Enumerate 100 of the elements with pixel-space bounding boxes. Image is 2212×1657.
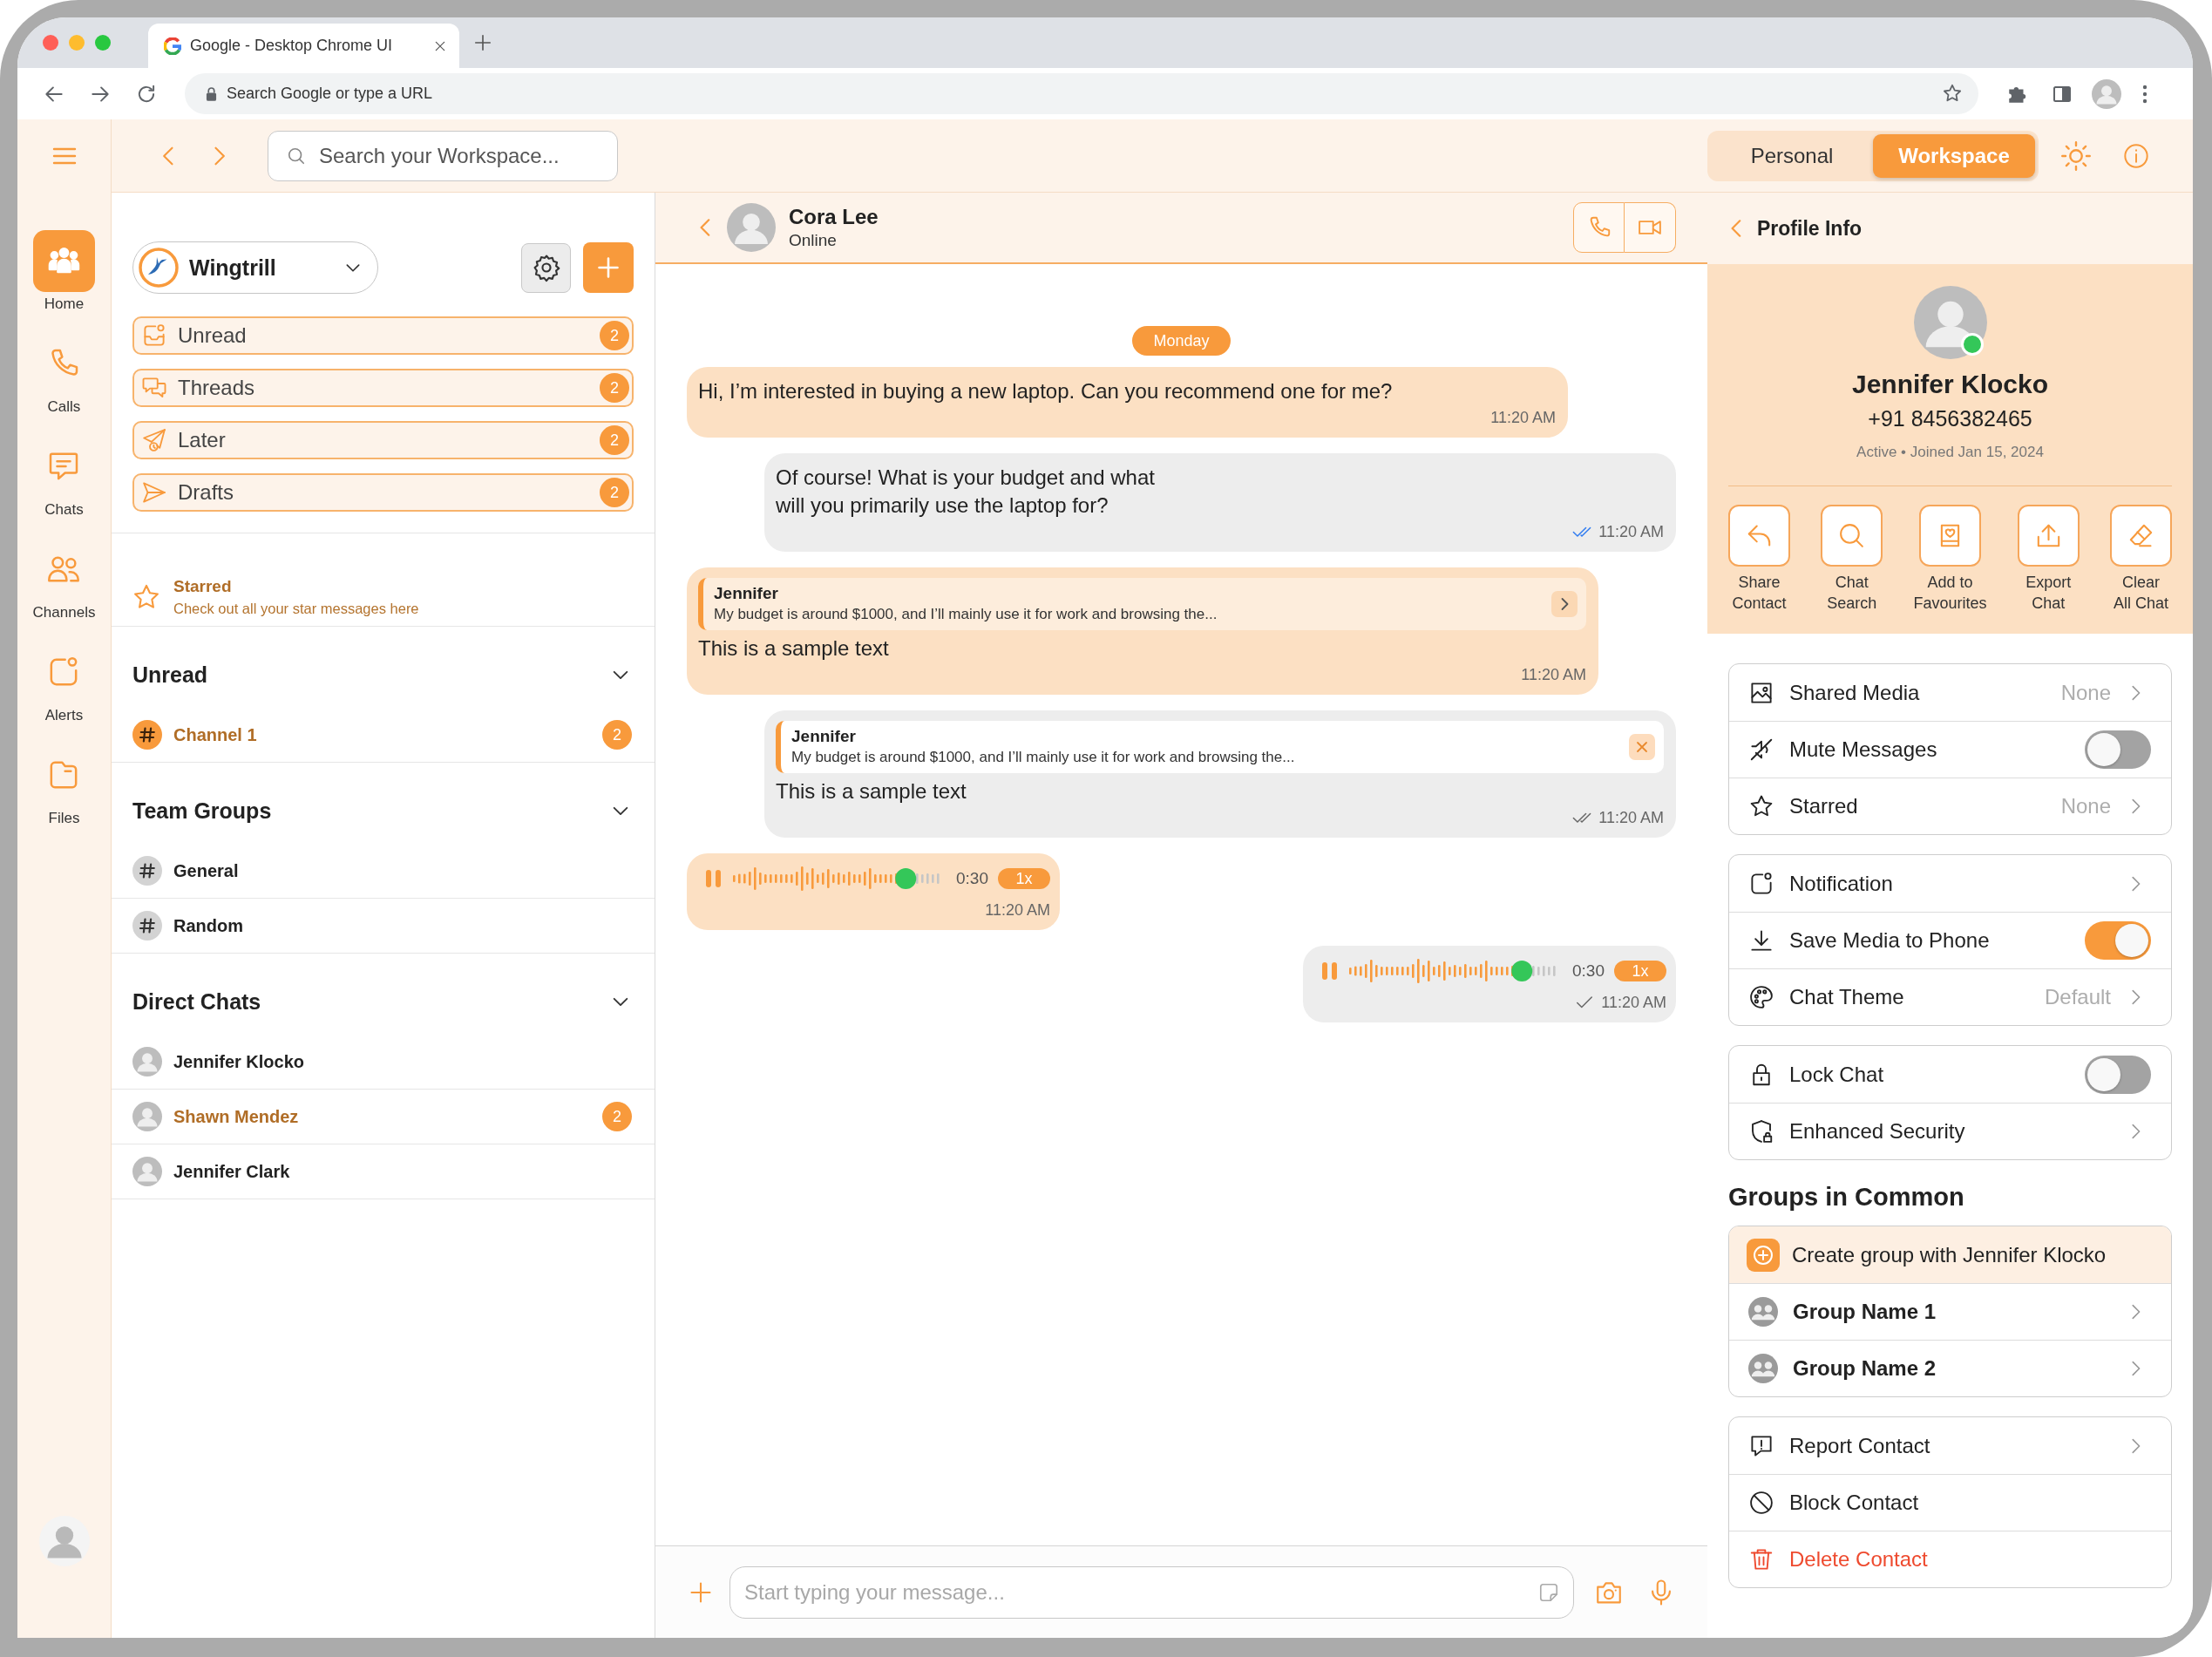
mute-icon — [1748, 737, 1774, 763]
create-group-button[interactable]: Create group with Jennifer Klocko — [1729, 1226, 2171, 1283]
nav-item[interactable]: Channels — [32, 539, 96, 621]
more-menu-icon[interactable] — [2142, 83, 2148, 105]
nav-item[interactable]: Home — [33, 230, 95, 313]
count-badge: 2 — [600, 321, 629, 350]
folder-item[interactable]: Threads 2 — [132, 369, 634, 407]
window-minimize-icon[interactable] — [69, 35, 85, 51]
message-input[interactable]: Start typing your message... — [729, 1565, 1574, 1619]
channel-item[interactable]: General — [112, 844, 655, 899]
nav-item[interactable]: Alerts — [44, 642, 84, 724]
group-row[interactable]: Group Name 2 — [1729, 1340, 2171, 1396]
profile-name: Jennifer Klocko — [1851, 369, 2049, 400]
profile-action-button[interactable]: Export Chat — [2017, 505, 2080, 614]
playhead-thumb[interactable] — [1511, 961, 1533, 981]
message-time: 11:20 AM — [1598, 522, 1664, 541]
bookmark-star-icon[interactable] — [1942, 83, 1963, 104]
playhead-thumb[interactable] — [895, 868, 917, 889]
chevron-right-icon[interactable] — [1551, 591, 1578, 617]
group-avatar-icon — [1748, 1354, 1778, 1383]
settings-row[interactable]: Enhanced Security — [1729, 1103, 2171, 1159]
mode-tab[interactable]: Personal — [1711, 133, 1873, 178]
count-badge: 2 — [600, 478, 629, 507]
date-separator: Monday — [1132, 326, 1231, 356]
message-time: 11:20 AM — [1521, 665, 1586, 684]
setting-value: None — [2060, 680, 2111, 705]
toggle-switch[interactable] — [2085, 921, 2151, 960]
window-close-icon[interactable] — [43, 35, 58, 51]
message-time: 11:20 AM — [1601, 993, 1666, 1012]
quote-author: Jennifer — [714, 583, 779, 604]
info-icon[interactable] — [2122, 141, 2150, 170]
folder-item[interactable]: Drafts 2 — [132, 473, 634, 512]
count-badge: 2 — [602, 720, 632, 750]
profile-action-button[interactable]: Share Contact — [1728, 505, 1790, 614]
window-maximize-icon[interactable] — [95, 35, 111, 51]
group-avatar-icon — [1748, 1297, 1778, 1327]
nav-item[interactable]: Files — [46, 744, 82, 827]
add-button[interactable] — [583, 242, 634, 293]
toggle-switch[interactable] — [2085, 730, 2151, 769]
setting-label: Mute Messages — [1789, 737, 1938, 762]
plus-icon — [596, 255, 621, 280]
settings-row[interactable]: Chat Theme Default — [1729, 968, 2171, 1025]
count-badge: 2 — [600, 425, 629, 455]
profile-avatar-icon — [1913, 286, 1987, 359]
new-tab-icon[interactable] — [473, 33, 492, 52]
section-title: Groups in Common — [1728, 1182, 1965, 1212]
person-avatar-icon — [132, 1102, 162, 1131]
settings-row[interactable]: Report Contact — [1729, 1417, 2171, 1474]
pause-icon[interactable] — [1322, 962, 1337, 980]
settings-row[interactable]: Block Contact — [1729, 1474, 2171, 1531]
search-field[interactable]: Search your Workspace... — [268, 130, 618, 181]
contact-name: Cora Lee — [789, 204, 879, 230]
palette-icon — [1748, 984, 1774, 1010]
settings-row[interactable]: Delete Contact — [1729, 1531, 2171, 1587]
profile-action-button[interactable]: Clear All Chat — [2110, 505, 2172, 614]
hash-icon — [132, 856, 162, 886]
group-row[interactable]: Group Name 1 — [1729, 1283, 2171, 1340]
heart-book-icon — [1919, 505, 1981, 567]
video-call-button[interactable] — [1625, 202, 1676, 253]
profile-action-button[interactable]: Chat Search — [1821, 505, 1883, 614]
channel-item[interactable]: Channel 1 2 — [112, 708, 655, 763]
settings-row[interactable]: Shared Media None — [1729, 664, 2171, 721]
paper-plane-clock-icon — [141, 427, 167, 453]
section-header[interactable]: Team Groups — [112, 778, 655, 844]
user-avatar-icon[interactable] — [38, 1516, 90, 1566]
setting-label: Lock Chat — [1789, 1062, 1885, 1087]
folder-item[interactable]: Unread 2 — [132, 316, 634, 355]
voice-call-button[interactable] — [1573, 202, 1625, 253]
message-time: 11:20 AM — [1598, 808, 1664, 827]
message-text: Hi, I’m interested in buying a new laptop. Can you recommend one for me? — [698, 378, 1394, 404]
direct-chat-item[interactable]: Jennifer Klocko — [112, 1035, 655, 1090]
quote-text: My budget is around $1000, and I’ll mainly use it for work and browsing the... — [791, 748, 1296, 767]
contact-avatar-icon — [727, 203, 776, 252]
folder-item[interactable]: Later 2 — [132, 421, 634, 459]
channel-item[interactable]: Random — [112, 899, 655, 954]
favicon-icon — [164, 37, 181, 55]
profile-action-button[interactable]: Add to Favourites — [1913, 505, 1987, 614]
workspace-selector[interactable]: Wingtrill — [132, 241, 378, 294]
setting-value: Default — [2044, 985, 2111, 1009]
direct-chat-item[interactable]: Shawn Mendez 2 — [112, 1090, 655, 1144]
settings-button[interactable] — [521, 242, 571, 293]
nav-item[interactable]: Calls — [46, 333, 82, 416]
bird-logo-icon — [139, 248, 179, 288]
address-bar[interactable]: Search Google or type a URL — [185, 73, 1978, 114]
direct-chat-item[interactable]: Jennifer Clark — [112, 1144, 655, 1199]
profile-avatar-icon[interactable] — [2092, 78, 2121, 109]
settings-row[interactable]: Notification — [1729, 855, 2171, 912]
nav-item[interactable]: Chats — [44, 436, 84, 519]
pause-icon[interactable] — [706, 870, 721, 887]
settings-row[interactable]: Starred None — [1729, 778, 2171, 834]
browser-tab[interactable]: Google - Desktop Chrome UI — [148, 24, 459, 68]
section-header[interactable]: Direct Chats — [112, 968, 655, 1035]
section-header[interactable]: Unread — [112, 642, 655, 708]
lock-icon — [206, 86, 217, 101]
starred-title[interactable]: Starred — [173, 575, 419, 598]
toggle-switch[interactable] — [2085, 1055, 2151, 1094]
sun-icon[interactable] — [2060, 139, 2092, 172]
block-icon — [1748, 1490, 1774, 1516]
message-text: Of course! What is your budget and what will you primarily use the laptop for? — [776, 465, 1156, 519]
setting-label: Save Media to Phone — [1789, 928, 1991, 953]
